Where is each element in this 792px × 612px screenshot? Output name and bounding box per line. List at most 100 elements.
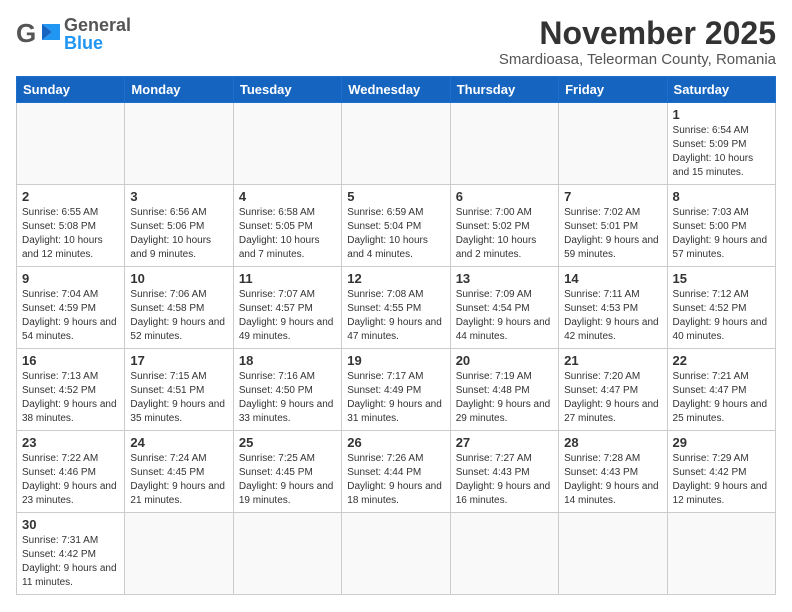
col-tuesday: Tuesday <box>233 77 341 103</box>
calendar-day-cell: 5Sunrise: 6:59 AM Sunset: 5:04 PM Daylig… <box>342 185 450 267</box>
col-wednesday: Wednesday <box>342 77 450 103</box>
day-number: 1 <box>673 107 770 122</box>
calendar-day-cell: 3 Sunrise: 6:56 AM Sunset: 5:06 PM Daylig… <box>125 185 233 267</box>
day-number: 7 <box>564 189 661 204</box>
day-info: Sunrise: 7:02 AM Sunset: 5:01 PM Dayligh… <box>564 206 661 262</box>
day-info: Sunrise: 7:26 AM Sunset: 4:44 PM Dayligh… <box>347 452 444 508</box>
calendar-day-cell <box>233 513 341 595</box>
day-info: Sunrise: 7:13 AM Sunset: 4:52 PM Dayligh… <box>22 370 119 426</box>
day-info: Sunrise: 7:22 AM Sunset: 4:46 PM Dayligh… <box>22 452 119 508</box>
calendar-day-cell: 1 Sunrise: 6:54 AM Sunset: 5:09 PM Daylig… <box>667 103 775 185</box>
col-friday: Friday <box>559 77 667 103</box>
day-number: 9 <box>22 271 119 286</box>
day-info: Sunrise: 6:55 AM Sunset: 5:08 PM Dayligh… <box>22 206 119 262</box>
month-title: November 2025 <box>499 16 776 51</box>
page: G General Blue November 2025 Smardioasa,… <box>0 0 792 611</box>
calendar-day-cell <box>17 103 125 185</box>
calendar-day-cell <box>559 103 667 185</box>
day-info: Sunrise: 7:07 AM Sunset: 4:57 PM Dayligh… <box>239 288 336 344</box>
calendar-day-cell: 18Sunrise: 7:16 AM Sunset: 4:50 PM Dayli… <box>233 349 341 431</box>
calendar-day-cell <box>125 513 233 595</box>
day-number: 30 <box>22 517 119 532</box>
day-number: 26 <box>347 435 444 450</box>
calendar-day-cell: 4Sunrise: 6:58 AM Sunset: 5:05 PM Daylig… <box>233 185 341 267</box>
calendar-day-cell: 6Sunrise: 7:00 AM Sunset: 5:02 PM Daylig… <box>450 185 558 267</box>
calendar-day-cell: 23 Sunrise: 7:22 AM Sunset: 4:46 PM Dayli… <box>17 431 125 513</box>
svg-text:G: G <box>16 18 36 48</box>
calendar-day-cell: 8 Sunrise: 7:03 AM Sunset: 5:00 PM Daylig… <box>667 185 775 267</box>
day-number: 24 <box>130 435 227 450</box>
day-info: Sunrise: 7:24 AM Sunset: 4:45 PM Dayligh… <box>130 452 227 508</box>
day-info: Sunrise: 7:04 AM Sunset: 4:59 PM Dayligh… <box>22 288 119 344</box>
logo-blue: Blue <box>64 34 131 52</box>
day-number: 15 <box>673 271 770 286</box>
day-number: 22 <box>673 353 770 368</box>
calendar-day-cell: 21Sunrise: 7:20 AM Sunset: 4:47 PM Dayli… <box>559 349 667 431</box>
calendar-day-cell: 30Sunrise: 7:31 AM Sunset: 4:42 PM Dayli… <box>17 513 125 595</box>
col-monday: Monday <box>125 77 233 103</box>
calendar-day-cell: 10 Sunrise: 7:06 AM Sunset: 4:58 PM Dayli… <box>125 267 233 349</box>
title-block: November 2025 Smardioasa, Teleorman Coun… <box>499 16 776 68</box>
day-number: 3 <box>130 189 227 204</box>
col-sunday: Sunday <box>17 77 125 103</box>
calendar-day-cell: 19Sunrise: 7:17 AM Sunset: 4:49 PM Dayli… <box>342 349 450 431</box>
col-thursday: Thursday <box>450 77 558 103</box>
day-info: Sunrise: 7:19 AM Sunset: 4:48 PM Dayligh… <box>456 370 553 426</box>
day-number: 20 <box>456 353 553 368</box>
day-info: Sunrise: 7:03 AM Sunset: 5:00 PM Dayligh… <box>673 206 770 262</box>
day-number: 14 <box>564 271 661 286</box>
col-saturday: Saturday <box>667 77 775 103</box>
calendar-day-cell: 28Sunrise: 7:28 AM Sunset: 4:43 PM Dayli… <box>559 431 667 513</box>
day-info: Sunrise: 6:56 AM Sunset: 5:06 PM Dayligh… <box>130 206 227 262</box>
calendar-day-cell <box>559 513 667 595</box>
calendar-week-row: 9 Sunrise: 7:04 AM Sunset: 4:59 PM Daylig… <box>17 267 776 349</box>
calendar-week-row: 23 Sunrise: 7:22 AM Sunset: 4:46 PM Dayli… <box>17 431 776 513</box>
calendar-day-cell: 22Sunrise: 7:21 AM Sunset: 4:47 PM Dayli… <box>667 349 775 431</box>
calendar-day-cell: 13 Sunrise: 7:09 AM Sunset: 4:54 PM Dayli… <box>450 267 558 349</box>
day-number: 29 <box>673 435 770 450</box>
day-info: Sunrise: 7:25 AM Sunset: 4:45 PM Dayligh… <box>239 452 336 508</box>
day-number: 25 <box>239 435 336 450</box>
day-number: 5 <box>347 189 444 204</box>
day-number: 10 <box>130 271 227 286</box>
day-info: Sunrise: 7:06 AM Sunset: 4:58 PM Dayligh… <box>130 288 227 344</box>
day-info: Sunrise: 7:17 AM Sunset: 4:49 PM Dayligh… <box>347 370 444 426</box>
calendar-day-cell: 24 Sunrise: 7:24 AM Sunset: 4:45 PM Dayli… <box>125 431 233 513</box>
calendar-header-row: Sunday Monday Tuesday Wednesday Thursday… <box>17 77 776 103</box>
day-info: Sunrise: 7:16 AM Sunset: 4:50 PM Dayligh… <box>239 370 336 426</box>
calendar-day-cell: 7 Sunrise: 7:02 AM Sunset: 5:01 PM Daylig… <box>559 185 667 267</box>
calendar-day-cell: 15 Sunrise: 7:12 AM Sunset: 4:52 PM Dayli… <box>667 267 775 349</box>
location-subtitle: Smardioasa, Teleorman County, Romania <box>499 51 776 68</box>
day-number: 23 <box>22 435 119 450</box>
day-info: Sunrise: 7:29 AM Sunset: 4:42 PM Dayligh… <box>673 452 770 508</box>
day-info: Sunrise: 7:28 AM Sunset: 4:43 PM Dayligh… <box>564 452 661 508</box>
calendar-day-cell <box>342 513 450 595</box>
calendar-day-cell: 16 Sunrise: 7:13 AM Sunset: 4:52 PM Dayli… <box>17 349 125 431</box>
day-info: Sunrise: 7:12 AM Sunset: 4:52 PM Dayligh… <box>673 288 770 344</box>
day-info: Sunrise: 7:00 AM Sunset: 5:02 PM Dayligh… <box>456 206 553 262</box>
day-number: 17 <box>130 353 227 368</box>
calendar-day-cell <box>342 103 450 185</box>
calendar-day-cell <box>450 103 558 185</box>
day-info: Sunrise: 7:15 AM Sunset: 4:51 PM Dayligh… <box>130 370 227 426</box>
day-number: 16 <box>22 353 119 368</box>
day-info: Sunrise: 7:09 AM Sunset: 4:54 PM Dayligh… <box>456 288 553 344</box>
day-number: 12 <box>347 271 444 286</box>
calendar-day-cell: 29 Sunrise: 7:29 AM Sunset: 4:42 PM Dayli… <box>667 431 775 513</box>
calendar-day-cell: 17 Sunrise: 7:15 AM Sunset: 4:51 PM Dayli… <box>125 349 233 431</box>
calendar-week-row: 30Sunrise: 7:31 AM Sunset: 4:42 PM Dayli… <box>17 513 776 595</box>
day-info: Sunrise: 7:11 AM Sunset: 4:53 PM Dayligh… <box>564 288 661 344</box>
day-number: 11 <box>239 271 336 286</box>
calendar-day-cell <box>233 103 341 185</box>
day-info: Sunrise: 6:54 AM Sunset: 5:09 PM Dayligh… <box>673 124 770 180</box>
logo-general: General <box>64 16 131 34</box>
day-number: 8 <box>673 189 770 204</box>
calendar-day-cell: 12 Sunrise: 7:08 AM Sunset: 4:55 PM Dayli… <box>342 267 450 349</box>
day-info: Sunrise: 7:08 AM Sunset: 4:55 PM Dayligh… <box>347 288 444 344</box>
calendar-day-cell: 25 Sunrise: 7:25 AM Sunset: 4:45 PM Dayli… <box>233 431 341 513</box>
calendar-day-cell: 27Sunrise: 7:27 AM Sunset: 4:43 PM Dayli… <box>450 431 558 513</box>
calendar-week-row: 1 Sunrise: 6:54 AM Sunset: 5:09 PM Daylig… <box>17 103 776 185</box>
day-info: Sunrise: 6:58 AM Sunset: 5:05 PM Dayligh… <box>239 206 336 262</box>
calendar-day-cell: 20 Sunrise: 7:19 AM Sunset: 4:48 PM Dayli… <box>450 349 558 431</box>
day-number: 13 <box>456 271 553 286</box>
